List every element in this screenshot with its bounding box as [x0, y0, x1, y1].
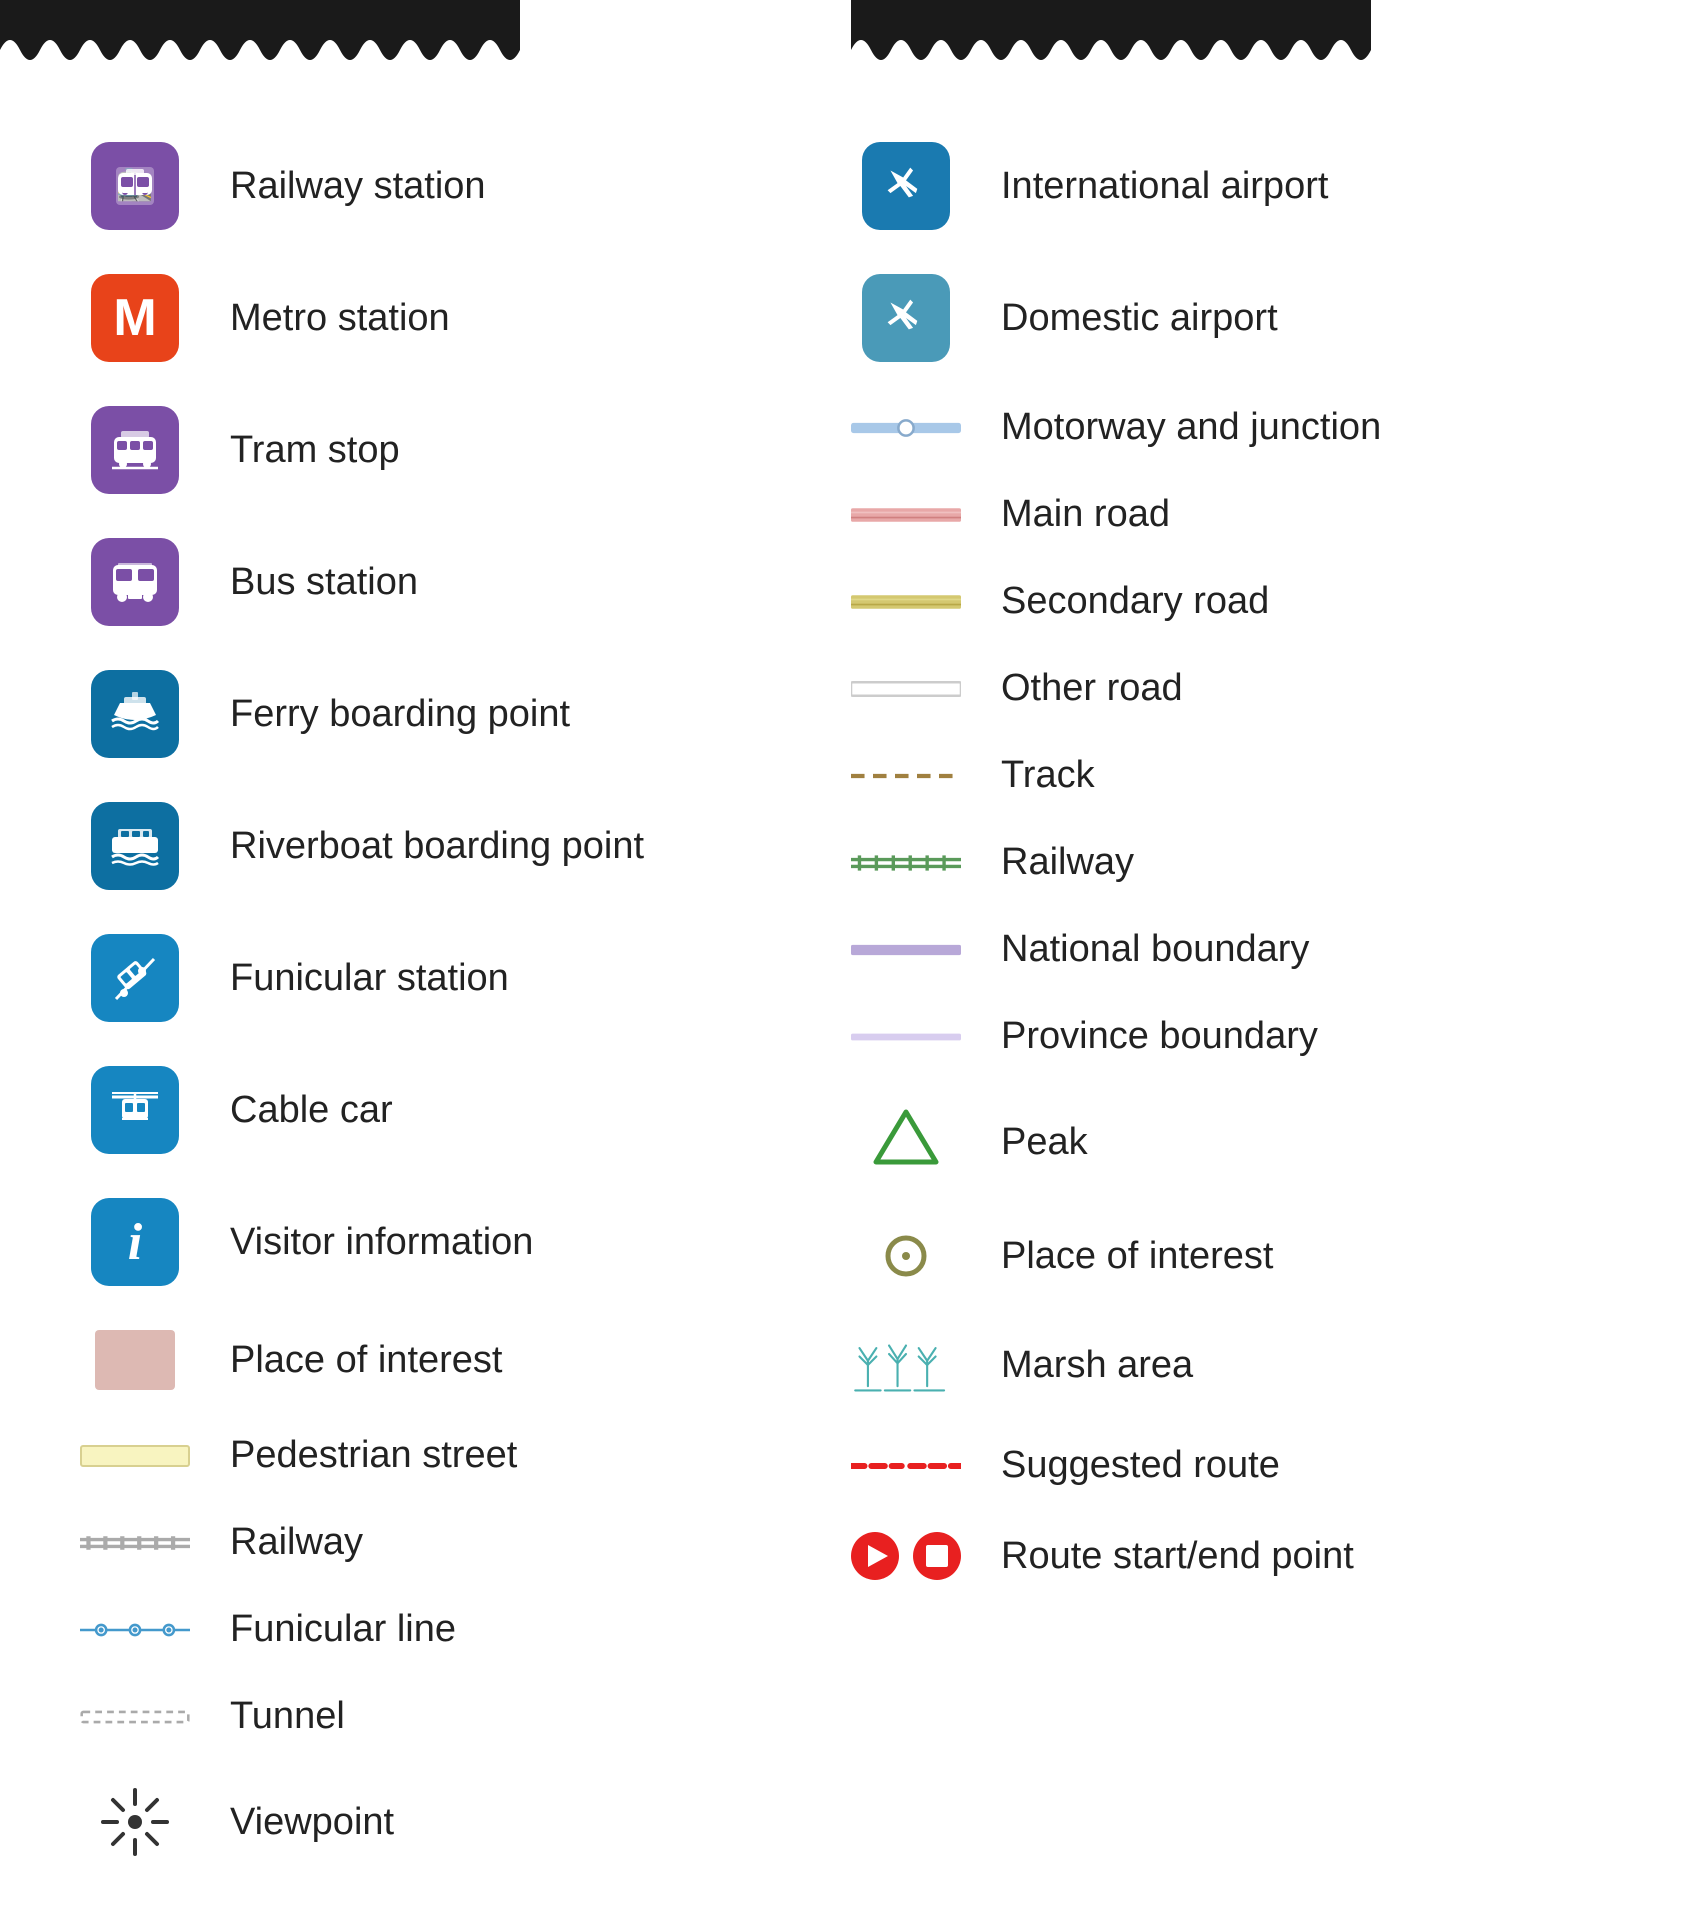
place-of-interest-box-label: Place of interest [230, 1339, 502, 1382]
secondary-road-label: Secondary road [1001, 580, 1269, 623]
intl-airport-icon [851, 142, 961, 230]
list-item: Route start/end point [851, 1509, 1622, 1603]
place-of-interest-box-icon [80, 1330, 190, 1390]
list-item: International airport [851, 120, 1622, 252]
viewpoint-label: Viewpoint [230, 1801, 394, 1844]
list-item: Marsh area [851, 1308, 1622, 1422]
list-item: Bus station [80, 516, 851, 648]
visitor-info-icon: i [80, 1198, 190, 1286]
railway-line-label: Railway [230, 1521, 363, 1564]
viewpoint-icon [80, 1782, 190, 1862]
metro-station-label: Metro station [230, 297, 450, 340]
cable-car-icon [80, 1066, 190, 1154]
list-item: Domestic airport [851, 252, 1622, 384]
list-item: Railway [851, 819, 1622, 906]
place-of-interest-circle-label: Place of interest [1001, 1235, 1273, 1278]
tunnel-label: Tunnel [230, 1695, 345, 1738]
pedestrian-street-icon [80, 1445, 190, 1467]
marsh-area-label: Marsh area [1001, 1344, 1193, 1387]
list-item: Tunnel [80, 1673, 851, 1760]
list-item: Motorway and junction [851, 384, 1622, 471]
list-item: Main road [851, 471, 1622, 558]
other-road-label: Other road [1001, 667, 1183, 710]
list-item: Viewpoint [80, 1760, 851, 1884]
list-item: Riverboat boarding point [80, 780, 851, 912]
other-road-icon [851, 675, 961, 703]
ferry-boarding-label: Ferry boarding point [230, 693, 570, 736]
funicular-line-label: Funicular line [230, 1608, 456, 1651]
route-start-end-icon [851, 1531, 961, 1581]
list-item: Secondary road [851, 558, 1622, 645]
ferry-boarding-icon [80, 670, 190, 758]
list-item: Railway [80, 1499, 851, 1586]
list-item: Track [851, 732, 1622, 819]
right-column: International airport Domestic airport [851, 120, 1622, 1884]
track-label: Track [1001, 754, 1095, 797]
list-item: Suggested route [851, 1422, 1622, 1509]
tram-stop-label: Tram stop [230, 429, 400, 472]
banner-right [851, 0, 1702, 80]
tunnel-icon [80, 1705, 190, 1729]
railway-line-icon [80, 1531, 190, 1555]
place-of-interest-circle-icon [851, 1226, 961, 1286]
list-item: Pedestrian street [80, 1412, 851, 1499]
list-item: Peak [851, 1080, 1622, 1204]
list-item: 🚉 Railway station [80, 120, 851, 252]
list-item: Other road [851, 645, 1622, 732]
bus-station-icon [80, 538, 190, 626]
peak-icon [851, 1102, 961, 1182]
intl-airport-label: International airport [1001, 165, 1328, 208]
list-item: Tram stop [80, 384, 851, 516]
pedestrian-street-label: Pedestrian street [230, 1434, 517, 1477]
suggested-route-label: Suggested route [1001, 1444, 1280, 1487]
national-boundary-label: National boundary [1001, 928, 1309, 971]
main-road-icon [851, 501, 961, 529]
list-item: Place of interest [80, 1308, 851, 1412]
tram-stop-icon [80, 406, 190, 494]
funicular-station-label: Funicular station [230, 957, 509, 1000]
legend-content: 🚉 Railway station [0, 80, 1702, 1924]
list-item: National boundary [851, 906, 1622, 993]
motorway-icon [851, 414, 961, 442]
banner-left [0, 0, 851, 80]
railway-station-icon: 🚉 [80, 142, 190, 230]
top-banner [0, 0, 1702, 80]
list-item: Funicular line [80, 1586, 851, 1673]
list-item: i Visitor information [80, 1176, 851, 1308]
cable-car-label: Cable car [230, 1089, 393, 1132]
metro-station-icon: M [80, 274, 190, 362]
province-boundary-icon [851, 1027, 961, 1047]
main-road-label: Main road [1001, 493, 1170, 536]
railway-station-label: Railway station [230, 165, 486, 208]
riverboat-boarding-label: Riverboat boarding point [230, 825, 644, 868]
left-banner-shape [0, 0, 520, 80]
route-start-end-label: Route start/end point [1001, 1535, 1354, 1578]
funicular-station-icon [80, 934, 190, 1022]
province-boundary-label: Province boundary [1001, 1015, 1318, 1058]
left-column: 🚉 Railway station [80, 120, 851, 1884]
railway-green-icon [851, 850, 961, 876]
list-item: Place of interest [851, 1204, 1622, 1308]
track-icon [851, 766, 961, 786]
list-item: Funicular station [80, 912, 851, 1044]
list-item: Cable car [80, 1044, 851, 1176]
dom-airport-icon [851, 274, 961, 362]
right-banner-shape [851, 0, 1371, 80]
marsh-area-icon [851, 1330, 961, 1400]
visitor-info-label: Visitor information [230, 1221, 533, 1264]
secondary-road-icon [851, 588, 961, 616]
riverboat-boarding-icon [80, 802, 190, 890]
peak-label: Peak [1001, 1121, 1088, 1164]
funicular-line-icon [80, 1618, 190, 1642]
suggested-route-icon [851, 1456, 961, 1476]
list-item: M Metro station [80, 252, 851, 384]
national-boundary-icon [851, 940, 961, 960]
dom-airport-label: Domestic airport [1001, 297, 1278, 340]
list-item: Province boundary [851, 993, 1622, 1080]
list-item: Ferry boarding point [80, 648, 851, 780]
railway-green-label: Railway [1001, 841, 1134, 884]
motorway-label: Motorway and junction [1001, 406, 1381, 449]
bus-station-label: Bus station [230, 561, 418, 604]
